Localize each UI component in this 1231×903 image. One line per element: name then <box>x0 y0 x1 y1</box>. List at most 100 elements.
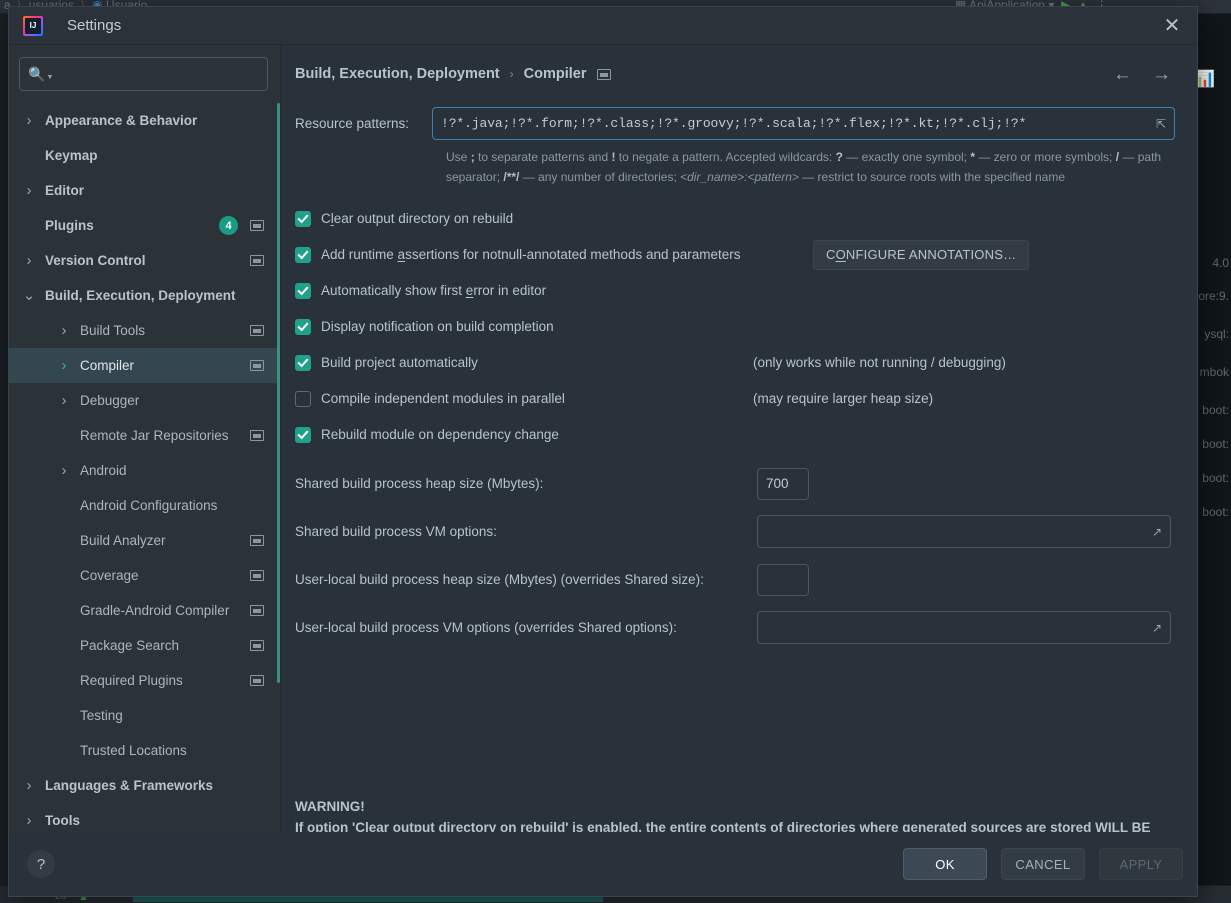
sidebar-item-required-plugins[interactable]: ›Required Plugins <box>9 663 280 698</box>
chevron-right-icon[interactable]: › <box>21 182 37 199</box>
sidebar-item-label: Version Control <box>45 253 146 268</box>
project-scope-icon <box>597 68 612 80</box>
close-icon[interactable]: ✕ <box>1157 12 1187 40</box>
resource-patterns-hint: Use ; to separate patterns and ! to nega… <box>446 150 1162 184</box>
expand-editor-icon[interactable]: ↗ <box>1148 525 1166 539</box>
sidebar-item-languages-frameworks[interactable]: › Languages & Frameworks <box>9 768 280 803</box>
input-wrap-user-local-build-process-vm-options-overrides-: ↗ <box>757 611 1171 645</box>
sidebar-item-build-tools[interactable]: › Build Tools <box>9 313 280 348</box>
chevron-right-icon[interactable]: › <box>56 392 72 409</box>
resource-patterns-label: Resource patterns: <box>295 116 410 131</box>
sidebar-item-appearance-behavior[interactable]: › Appearance & Behavior <box>9 103 280 138</box>
sidebar-item-build-execution-deployment[interactable]: ⌄ Build, Execution, Deployment <box>9 278 280 313</box>
sidebar-item-icons <box>242 430 264 441</box>
sidebar-item-trusted-locations[interactable]: ›Trusted Locations <box>9 733 280 768</box>
checkbox-label[interactable]: Rebuild module on dependency change <box>321 427 559 442</box>
resource-patterns-value[interactable]: !?*.java;!?*.form;!?*.class;!?*.groovy;!… <box>441 116 1152 131</box>
sidebar-item-icons <box>242 675 264 686</box>
expand-editor-icon[interactable]: ↗ <box>1148 621 1166 635</box>
chevron-right-icon[interactable]: › <box>21 112 37 129</box>
sidebar-item-android-configurations[interactable]: ›Android Configurations <box>9 488 280 523</box>
sidebar-item-remote-jar-repositories[interactable]: ›Remote Jar Repositories <box>9 418 280 453</box>
search-box[interactable]: 🔍 ▼ <box>19 57 268 91</box>
checkbox-display-notification-on-build-completion[interactable] <box>295 318 311 335</box>
checkbox-label[interactable]: Add runtime assertions for notnull-annot… <box>321 247 741 262</box>
footer-button-group: OK CANCEL APPLY <box>903 848 1183 880</box>
resource-patterns-field[interactable]: !?*.java;!?*.form;!?*.class;!?*.groovy;!… <box>432 107 1175 140</box>
search-input[interactable] <box>58 65 259 83</box>
cancel-button[interactable]: CANCEL <box>1001 848 1085 880</box>
forward-arrow-icon[interactable]: → <box>1152 65 1171 84</box>
warning-text: If option 'Clear output directory on reb… <box>295 819 1151 832</box>
chevron-right-icon[interactable]: › <box>56 322 72 339</box>
sidebar-item-icons <box>242 605 264 616</box>
checkbox-label[interactable]: Automatically show first error in editor <box>321 283 546 298</box>
search-wrapper: 🔍 ▼ <box>9 45 280 101</box>
build-process-field-list: Shared build process heap size (Mbytes):… <box>295 467 1175 645</box>
sidebar-item-icons <box>242 535 264 546</box>
field-label: Shared build process VM options: <box>295 524 497 540</box>
checkbox-clear-output-directory-on-rebuild[interactable] <box>295 210 311 227</box>
ok-button[interactable]: OK <box>903 848 987 880</box>
checkbox-label[interactable]: Clear output directory on rebuild <box>321 211 513 226</box>
sidebar-item-version-control[interactable]: › Version Control <box>9 243 280 278</box>
sidebar-item-android[interactable]: › Android <box>9 453 280 488</box>
checkbox-label[interactable]: Display notification on build completion <box>321 319 554 334</box>
dialog-body: 🔍▼ ›Appearance & Behavior›Keymap›Editor›… <box>9 45 1197 832</box>
sidebar-item-label: Android Configurations <box>80 498 218 513</box>
checkbox-label[interactable]: Compile independent modules in parallel <box>321 391 565 406</box>
checkbox-note: (only works while not running / debuggin… <box>753 355 1006 371</box>
breadcrumb-leaf: Compiler <box>523 66 587 82</box>
sidebar-item-icons <box>242 255 264 266</box>
sidebar-item-label: Required Plugins <box>80 673 183 688</box>
sidebar-item-compiler[interactable]: › Compiler <box>9 348 280 383</box>
breadcrumb-separator-icon: › <box>509 67 514 81</box>
sidebar-item-icons: 4 <box>211 216 264 235</box>
input-user-local-build-process-heap-size-mbytes-over[interactable] <box>757 563 809 596</box>
sidebar-item-plugins[interactable]: ›Plugins4 <box>9 208 280 243</box>
breadcrumb-root[interactable]: Build, Execution, Deployment <box>295 66 500 82</box>
help-button[interactable]: ? <box>27 850 55 878</box>
checkbox-rebuild-module-on-dependency-change[interactable] <box>295 426 311 443</box>
chevron-right-icon[interactable]: › <box>56 357 72 374</box>
sidebar-scrollbar-track[interactable] <box>277 103 280 743</box>
sidebar-scrollbar-thumb[interactable] <box>277 103 280 683</box>
sidebar-item-keymap[interactable]: ›Keymap <box>9 138 280 173</box>
intellij-idea-logo-icon <box>23 15 43 36</box>
settings-sidebar: 🔍▼ ›Appearance & Behavior›Keymap›Editor›… <box>9 45 281 832</box>
sidebar-item-label: Gradle-Android Compiler <box>80 603 230 618</box>
chevron-right-icon[interactable]: › <box>21 777 37 794</box>
sidebar-item-package-search[interactable]: ›Package Search <box>9 628 280 663</box>
sidebar-item-build-analyzer[interactable]: ›Build Analyzer <box>9 523 280 558</box>
back-arrow-icon[interactable]: ← <box>1113 65 1132 84</box>
chevron-down-icon[interactable]: ⌄ <box>21 288 37 303</box>
checkbox-add-runtime-assertions-for-notnull-annotat[interactable] <box>295 246 311 263</box>
field-label: User-local build process VM options (ove… <box>295 620 677 636</box>
chevron-right-icon[interactable]: › <box>21 252 37 269</box>
project-scope-icon <box>250 570 264 581</box>
sidebar-item-gradle-android-compiler[interactable]: ›Gradle-Android Compiler <box>9 593 280 628</box>
sidebar-item-debugger[interactable]: › Debugger <box>9 383 280 418</box>
sidebar-item-tools[interactable]: › Tools <box>9 803 280 832</box>
field-label: Shared build process heap size (Mbytes): <box>295 476 544 492</box>
dependency-text-1: ore:9. <box>1198 289 1229 303</box>
sidebar-item-testing[interactable]: ›Testing <box>9 698 280 733</box>
checkbox-build-project-automatically[interactable] <box>295 354 311 371</box>
checkbox-compile-independent-modules-in-parallel[interactable] <box>295 390 311 407</box>
chevron-right-icon[interactable]: › <box>56 462 72 479</box>
dependency-text-7: boot: <box>1202 505 1229 519</box>
expand-editor-icon[interactable]: ⇱ <box>1152 117 1170 131</box>
configure-annotations-button[interactable]: C O NFIGURE ANNOTATIONS… <box>813 239 1030 270</box>
checkbox-label[interactable]: Build project automatically <box>321 355 478 370</box>
input-shared-build-process-heap-size-mbytes[interactable] <box>757 467 809 500</box>
compiler-checkbox-list: Clear output directory on rebuild Add run… <box>295 201 1175 453</box>
chevron-right-icon[interactable]: › <box>21 812 37 829</box>
project-scope-icon <box>250 675 264 686</box>
input-shared-build-process-vm-options[interactable] <box>766 523 1148 541</box>
input-user-local-build-process-vm-options-overrides-[interactable] <box>766 619 1148 637</box>
sidebar-item-coverage[interactable]: ›Coverage <box>9 558 280 593</box>
apply-button[interactable]: APPLY <box>1099 848 1183 880</box>
sidebar-item-editor[interactable]: › Editor <box>9 173 280 208</box>
dependency-text-2: ysql: <box>1204 327 1229 341</box>
checkbox-automatically-show-first-error-in-editor[interactable] <box>295 282 311 299</box>
